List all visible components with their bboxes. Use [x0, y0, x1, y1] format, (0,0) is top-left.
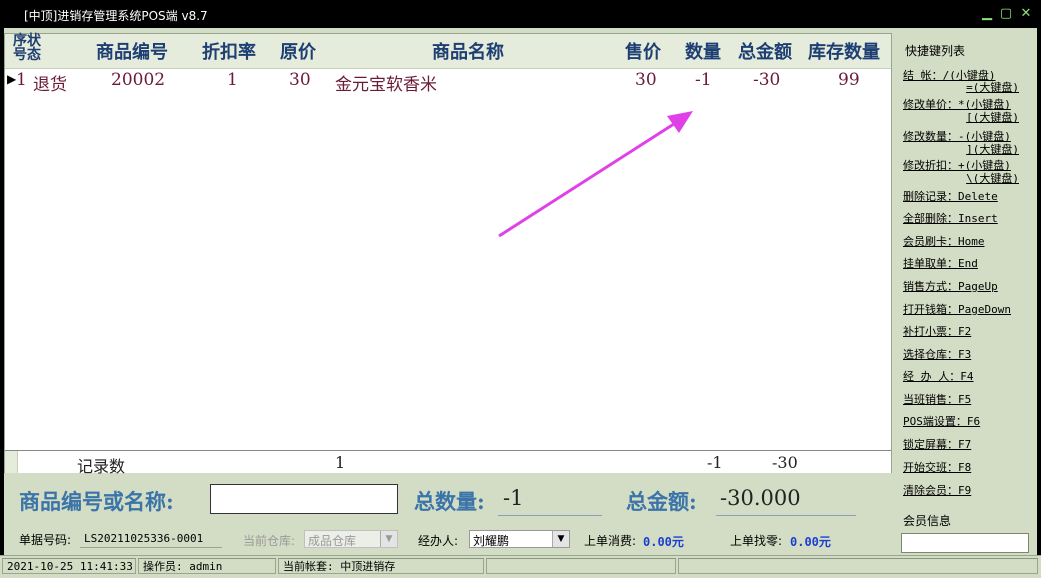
shortcut-panel: 快捷键列表 结 帐：/(小键盘) =(大键盘) 修改单价：*(小键盘) [(大键盘) 修…: [893, 33, 1039, 573]
shortcut-item[interactable]: 开始交班：F8: [903, 459, 971, 475]
chevron-down-icon: ▼: [552, 531, 569, 547]
summary-total: -30: [772, 453, 798, 472]
shortcut-item[interactable]: 挂单取单：End: [903, 255, 978, 271]
annotation-arrow-icon: [498, 111, 693, 238]
summary-row: 记录数 1 -1 -30: [5, 450, 891, 476]
handler-select[interactable]: 刘耀鹏 ▼: [469, 530, 570, 548]
shortcut-item[interactable]: 经 办 人：F4: [903, 368, 974, 384]
status-account-label: 当前帐套:: [283, 560, 334, 573]
summary-qty: -1: [707, 453, 723, 472]
shortcut-item[interactable]: 打开钱箱：PageDown: [903, 301, 1011, 317]
last-spend-value: 0.00元: [643, 535, 684, 549]
total-amount-value: -30.000: [720, 486, 801, 510]
minimize-icon[interactable]: ▁: [978, 5, 996, 23]
close-icon[interactable]: ✕: [1017, 5, 1035, 23]
maximize-icon[interactable]: ▢: [997, 5, 1015, 23]
shortcut-item[interactable]: ](大键盘): [966, 141, 1019, 157]
shortcut-item[interactable]: 锁定屏幕：F7: [903, 436, 971, 452]
status-operator-label: 操作员:: [143, 560, 183, 573]
handler-label: 经办人:: [418, 534, 459, 548]
shortcut-item[interactable]: 补打小票：F2: [903, 323, 971, 339]
status-empty-cell: [486, 558, 676, 574]
shortcut-item[interactable]: 全部删除：Insert: [903, 210, 998, 226]
order-number: LS20211025336-0001: [84, 532, 204, 545]
status-datetime: 2021-10-25 11:41:33: [2, 558, 136, 574]
status-account-value: 中顶进销存: [340, 560, 396, 573]
code-label: 商品编号或名称:: [19, 489, 174, 514]
shortcut-item[interactable]: 选择仓库：F3: [903, 346, 971, 362]
status-bar: 2021-10-25 11:41:33 操作员: admin 当前帐套: 中顶进…: [0, 555, 1041, 578]
warehouse-label: 当前仓库:: [243, 534, 296, 548]
shortcut-item[interactable]: 删除记录：Delete: [903, 188, 998, 204]
window-title: [中顶]进销存管理系统POS端 v8.7: [24, 9, 208, 23]
order-number-label: 单据号码:: [19, 533, 72, 547]
shortcut-item[interactable]: POS端设置：F6: [903, 413, 980, 429]
shortcut-item[interactable]: 会员刷卡：Home: [903, 233, 985, 249]
last-change-value: 0.00元: [790, 535, 831, 549]
member-info-label: 会员信息: [903, 514, 952, 528]
status-operator: 操作员: admin: [138, 558, 276, 574]
total-qty-value: -1: [503, 486, 524, 510]
shortcut-item[interactable]: \(大键盘): [966, 170, 1019, 186]
member-info-field[interactable]: [901, 533, 1029, 553]
shortcut-item[interactable]: 当班销售：F5: [903, 391, 971, 407]
shortcut-item[interactable]: 清除会员：F9: [903, 482, 971, 498]
shortcut-item[interactable]: [(大键盘): [966, 109, 1019, 125]
summary-label: 记录数: [77, 457, 126, 476]
total-qty-label: 总数量:: [414, 489, 485, 514]
last-spend-label: 上单消费:: [584, 534, 637, 548]
status-empty-cell: [678, 558, 1038, 574]
shortcut-item[interactable]: 销售方式：PageUp: [903, 278, 998, 294]
status-operator-value: admin: [189, 560, 223, 573]
shortcut-panel-title: 快捷键列表: [905, 44, 966, 58]
chevron-down-icon: ▼: [380, 531, 397, 547]
status-account: 当前帐套: 中顶进销存: [278, 558, 484, 574]
title-bar: [中顶]进销存管理系统POS端 v8.7 ▁ ▢ ✕: [0, 0, 1041, 28]
summary-count: 1: [335, 453, 346, 472]
last-change-label: 上单找零:: [730, 534, 783, 548]
warehouse-select[interactable]: 成品仓库 ▼: [304, 530, 398, 548]
code-input[interactable]: [210, 484, 398, 514]
shortcut-item[interactable]: =(大键盘): [966, 79, 1019, 95]
sales-grid: 序状 号态 商品编号 折扣率 原价 商品名称 售价 数量 总金额 库存数量 ▶ …: [4, 33, 892, 476]
total-amount-label: 总金额:: [626, 489, 697, 514]
